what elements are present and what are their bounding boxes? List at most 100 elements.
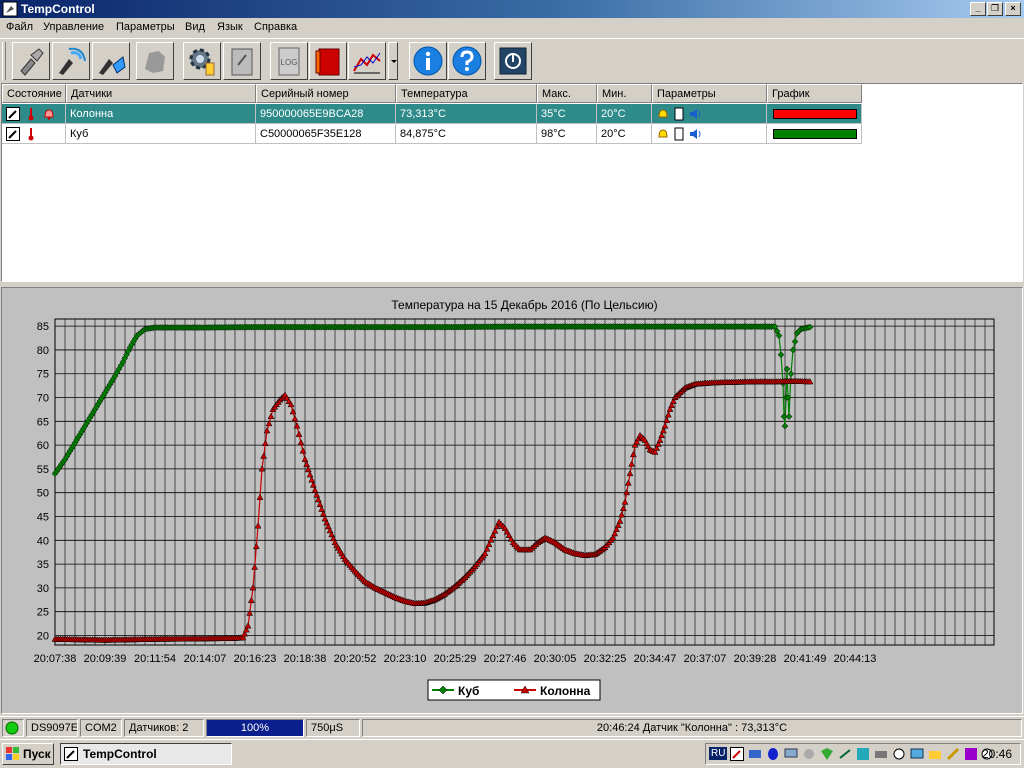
power-button[interactable]	[494, 42, 532, 80]
menu-file[interactable]: Файл	[6, 21, 33, 33]
table-row[interactable]: Колонна 950000065E9BCA28 73,313°C 35°C 2…	[2, 104, 862, 124]
col-state[interactable]: Состояние	[2, 84, 66, 103]
col-max[interactable]: Макс.	[537, 84, 597, 103]
chart-icon	[353, 52, 381, 74]
sensor-name: Колонна	[66, 104, 256, 124]
x-tick-label: 20:44:13	[834, 653, 877, 665]
minimize-button[interactable]: _	[970, 2, 986, 16]
taskbar: Пуск TempControl RU 20:46	[0, 739, 1024, 768]
tray-volume-icon[interactable]	[802, 747, 816, 761]
x-tick-label: 20:25:29	[434, 653, 477, 665]
restore-button[interactable]: ❐	[987, 2, 1003, 16]
y-tick-label: 20	[37, 630, 49, 642]
col-graph[interactable]: График	[767, 84, 862, 103]
connect-icon	[20, 48, 44, 76]
connect-button[interactable]	[12, 42, 50, 80]
sensor-settings-icon	[99, 56, 126, 75]
clipboard-button[interactable]	[223, 42, 261, 80]
menu-bar: Файл Управление Параметры Вид Язык Справ…	[0, 18, 1024, 37]
state-cell	[2, 104, 66, 124]
tray-bluetooth-icon[interactable]	[766, 747, 780, 761]
chart-button[interactable]	[348, 42, 386, 80]
y-tick-label: 60	[37, 440, 49, 452]
col-serial[interactable]: Серийный номер	[256, 84, 396, 103]
y-tick-label: 25	[37, 607, 49, 619]
menu-view[interactable]: Вид	[185, 21, 205, 33]
help-icon	[452, 46, 482, 76]
search-sensors-icon	[59, 47, 86, 75]
log-button[interactable]: LOG	[270, 42, 308, 80]
taskbar-app-button[interactable]: TempControl	[60, 743, 232, 765]
tray-computer-icon[interactable]	[910, 747, 924, 761]
info-button[interactable]	[409, 42, 447, 80]
conversion-interval: 750μS	[306, 719, 360, 737]
progress-bar: 100%	[206, 719, 304, 737]
temperature-chart[interactable]: 20 25 30 35 40 45 50 55 60 65 70 75 80 85 20:07:38 20:0…	[1, 287, 1023, 714]
book-button[interactable]	[309, 42, 347, 80]
tray-monitor-icon[interactable]	[784, 747, 798, 761]
language-indicator[interactable]: RU	[709, 747, 728, 760]
tray-keyboard-icon[interactable]	[874, 747, 888, 761]
tray-hand-icon[interactable]	[892, 747, 906, 761]
log-icon: LOG	[278, 47, 300, 76]
start-button[interactable]: Пуск	[2, 743, 54, 765]
sensor-probe-icon	[6, 107, 20, 121]
y-tick-label: 70	[37, 393, 49, 405]
map-button[interactable]	[136, 42, 174, 80]
tray-usb-icon[interactable]	[838, 747, 852, 761]
sensor-name: Куб	[66, 124, 256, 144]
tray-security-icon[interactable]	[820, 747, 834, 761]
col-temperature[interactable]: Температура	[396, 84, 537, 103]
menu-control[interactable]: Управление	[43, 21, 104, 33]
graph-color-swatch[interactable]	[773, 109, 857, 119]
adapter-model: DS9097E	[26, 719, 78, 737]
search-sensors-button[interactable]	[52, 42, 90, 80]
tray-media-icon[interactable]	[964, 747, 978, 761]
sensor-table[interactable]: Состояние Датчики Серийный номер Темпера…	[1, 83, 1023, 282]
menu-help[interactable]: Справка	[254, 21, 297, 33]
y-tick-label: 40	[37, 535, 49, 547]
legend-label: Куб	[458, 684, 479, 698]
col-sensors[interactable]: Датчики	[66, 84, 256, 103]
help-button[interactable]	[448, 42, 486, 80]
menu-parameters[interactable]: Параметры	[116, 21, 175, 33]
x-tick-label: 20:39:28	[734, 653, 777, 665]
menu-language[interactable]: Язык	[217, 21, 243, 33]
tray-app-icon[interactable]	[730, 747, 744, 761]
bell-icon	[658, 109, 668, 118]
col-min[interactable]: Мин.	[597, 84, 652, 103]
graph-color-swatch[interactable]	[773, 129, 857, 139]
status-led-panel	[2, 719, 24, 737]
system-clock[interactable]: 20:46	[982, 747, 1012, 761]
y-tick-label: 30	[37, 583, 49, 595]
y-tick-label: 65	[37, 416, 49, 428]
chart-title: Температура на 15 Декабрь 2016 (По Цельс…	[391, 298, 657, 312]
col-parameters[interactable]: Параметры	[652, 84, 767, 103]
settings-button[interactable]	[183, 42, 221, 80]
tray-tool-icon[interactable]	[946, 747, 960, 761]
toolbar-grip[interactable]	[2, 42, 6, 80]
book-icon	[315, 48, 340, 76]
chart-svg: 20 25 30 35 40 45 50 55 60 65 70 75 80 85 20:07:38 20:0…	[34, 298, 995, 701]
tray-network-icon[interactable]	[748, 747, 762, 761]
x-tick-label: 20:41:49	[784, 653, 827, 665]
state-cell	[2, 124, 66, 144]
y-tick-label: 85	[37, 321, 49, 333]
tray-display-icon[interactable]	[856, 747, 870, 761]
map-icon	[145, 51, 165, 73]
y-tick-label: 35	[37, 559, 49, 571]
chart-dropdown-button[interactable]	[388, 42, 398, 80]
parameters-cell	[652, 124, 767, 144]
close-button[interactable]: ×	[1005, 2, 1021, 16]
x-tick-label: 20:09:39	[84, 653, 127, 665]
temperature-value: 73,313°C	[396, 104, 537, 124]
x-tick-label: 20:30:05	[534, 653, 577, 665]
sensor-settings-button[interactable]	[92, 42, 130, 80]
table-row[interactable]: Куб C50000065F35E128 84,875°C 98°C 20°C	[2, 124, 862, 144]
y-tick-label: 75	[37, 369, 49, 381]
window-titlebar[interactable]: TempControl _ ❐ ×	[0, 0, 1024, 18]
alarm-bell-icon	[44, 109, 54, 120]
x-tick-label: 20:07:38	[34, 653, 77, 665]
x-tick-label: 20:27:46	[484, 653, 527, 665]
tray-folder-icon[interactable]	[928, 747, 942, 761]
